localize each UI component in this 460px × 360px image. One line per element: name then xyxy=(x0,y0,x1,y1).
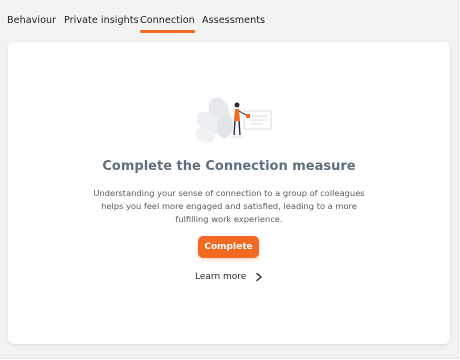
tab-behaviour[interactable]: Behaviour xyxy=(7,15,56,26)
app-window: Behaviour Private insights Connection As… xyxy=(0,0,459,359)
description-text: Understanding your sense of connection t… xyxy=(93,188,365,224)
tab-assessments[interactable]: Assessments xyxy=(202,15,265,26)
chevron-right-icon xyxy=(256,272,263,282)
page-title: Complete the Connection measure xyxy=(102,159,356,174)
tab-private-insights[interactable]: Private insights xyxy=(64,15,139,26)
tab-connection[interactable]: Connection xyxy=(140,15,195,33)
learn-more-label: Learn more xyxy=(195,272,247,282)
tab-bar: Behaviour Private insights Connection As… xyxy=(0,0,458,38)
connection-card: Complete the Connection measure Understa… xyxy=(8,42,450,344)
complete-button[interactable]: Complete xyxy=(198,236,259,258)
person-presenting-illustration-icon xyxy=(195,97,272,143)
learn-more-link[interactable]: Learn more xyxy=(195,272,263,282)
